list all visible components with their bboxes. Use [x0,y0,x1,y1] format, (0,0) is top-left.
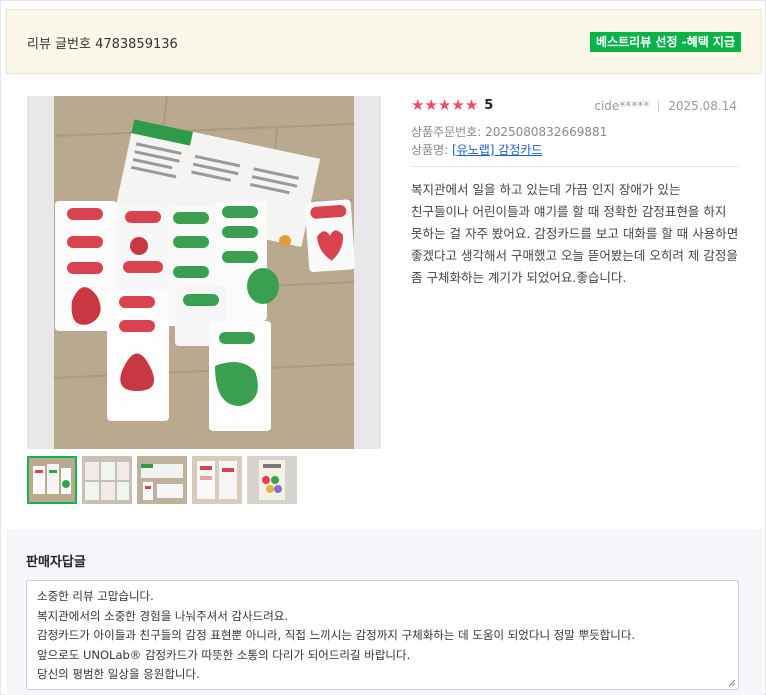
thumbnail-2[interactable] [82,456,132,504]
thumbnail-5[interactable] [247,456,297,504]
rating-score: 5 [484,97,494,113]
meta-divider [658,100,660,112]
info-divider [411,166,739,167]
seller-reply-section: 판매자답글 소중한 리뷰 고맙습니다. 복지관에서의 소중한 경험을 나눠주셔서… [6,529,762,695]
review-text: 복지관에서 일을 하고 있는데 가끔 인지 장애가 있는 친구들이나 어린이들과… [411,182,739,285]
product-link[interactable]: [유노랩] 감정카드 [452,143,542,157]
review-header: 리뷰 글번호 4783859136 베스트리뷰 선정 -혜택 지급 [6,9,762,74]
star-icon: ★ [411,96,425,114]
review-date: 2025.08.14 [668,99,737,113]
review-photo-main[interactable] [27,96,381,449]
reply-line: 당신의 평범한 일상을 응원합니다. [37,667,200,681]
thumbnail-3[interactable] [137,456,187,504]
thumbnail-1[interactable] [27,456,77,504]
star-icon: ★ [437,96,452,114]
review-card: 리뷰 글번호 4783859136 베스트리뷰 선정 -혜택 지급 ★ ★ ★ … [0,0,766,695]
star-icon: ★ [424,96,438,114]
thumbnail-image [247,456,297,504]
seller-reply-textarea[interactable]: 소중한 리뷰 고맙습니다. 복지관에서의 소중한 경험을 나눠주셔서 감사드려요… [26,580,739,690]
star-icon: ★ [464,96,479,114]
reply-line: 앞으로도 UNOLab® 감정카드가 따뜻한 소통의 다리가 되어드리길 바랍니… [37,647,411,662]
review-number: 리뷰 글번호 4783859136 [27,37,178,52]
star-rating: ★ ★ ★ ★ ★ 5 [411,97,493,113]
best-review-badge: 베스트리뷰 선정 -혜택 지급 [590,32,741,52]
product-name-row: 상품명: [유노랩] 감정카드 [411,141,542,158]
star-icon: ★ [451,96,465,114]
reply-line: 복지관에서의 소중한 경험을 나눠주셔서 감사드려요. [37,608,289,623]
review-meta: cide***** 2025.08.14 [594,99,737,113]
product-label: 상품명: [411,143,452,157]
emotion-cards-photo [27,96,381,449]
seller-reply-title: 판매자답글 [26,555,86,570]
order-number: 상품주문번호: 2025080832669881 [411,125,608,139]
thumbnail-4[interactable] [192,456,242,504]
review-author: cide***** [594,99,650,113]
thumbnail-image [27,456,77,504]
thumbnail-image [192,456,242,504]
reply-line: 감정카드가 아이들과 친구들의 감정 표현뿐 아니라, 직접 느끼시는 감정까지… [37,628,636,642]
resize-handle-icon[interactable] [728,679,736,687]
thumbnail-image [82,456,132,504]
reply-line: 소중한 리뷰 고맙습니다. [37,589,154,603]
thumbnail-image [137,456,187,504]
